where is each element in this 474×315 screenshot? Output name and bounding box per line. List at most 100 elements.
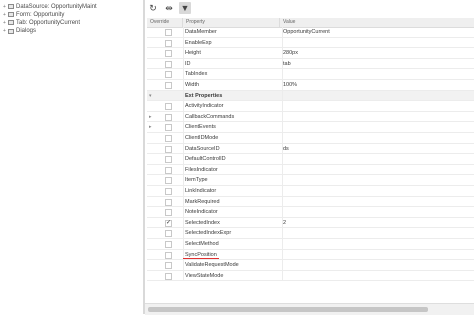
override-checkbox[interactable] [165, 124, 172, 132]
property-row[interactable]: ValidateRequestMode [147, 260, 474, 271]
override-checkbox[interactable] [165, 251, 172, 259]
override-checkbox[interactable] [165, 113, 172, 121]
override-checkbox[interactable] [165, 145, 172, 153]
property-name: ID [183, 58, 283, 69]
property-name: Width [183, 80, 283, 90]
property-value[interactable] [283, 122, 473, 132]
property-value[interactable] [283, 112, 473, 122]
override-checkbox[interactable] [165, 272, 172, 280]
property-value[interactable] [283, 175, 473, 185]
horizontal-scrollbar[interactable] [145, 303, 474, 315]
property-value[interactable] [283, 91, 473, 101]
property-value[interactable] [283, 197, 473, 207]
override-checkbox[interactable] [165, 60, 172, 68]
property-value[interactable] [283, 38, 473, 48]
category-row[interactable]: ▾ Ext Properties [147, 90, 474, 102]
selectedindex-annotation-underline [183, 258, 219, 259]
refresh-icon[interactable]: ↻ [147, 2, 159, 14]
property-value[interactable] [283, 250, 473, 260]
override-checkbox[interactable] [165, 71, 172, 79]
property-value[interactable] [283, 69, 473, 79]
scrollbar-thumb[interactable] [148, 307, 428, 312]
property-toolbar: ↻ ⇹ ▼ [145, 0, 474, 18]
property-row[interactable]: MarkRequired [147, 196, 474, 208]
property-name: DataSourceID [183, 143, 283, 154]
tree-node[interactable]: + Dialogs [2, 27, 36, 36]
property-row[interactable]: ▸ CallbackCommands [147, 111, 474, 123]
property-name: CallbackCommands [183, 111, 283, 122]
expand-toggle-icon[interactable]: + [2, 12, 7, 18]
property-row[interactable]: SelectedIndexExpr [147, 228, 474, 239]
property-value[interactable] [283, 260, 473, 270]
row-expander-icon[interactable]: ▸ [149, 112, 152, 122]
column-header-value[interactable]: Value [280, 18, 353, 27]
property-row[interactable]: DataMember OpportunityCurrent [147, 27, 474, 38]
filter-icon[interactable]: ▼ [179, 2, 191, 14]
property-value[interactable] [283, 133, 473, 143]
override-checkbox[interactable] [165, 103, 172, 111]
property-row[interactable]: ActivityIndicator [147, 101, 474, 112]
override-checkbox[interactable] [165, 177, 172, 185]
property-row[interactable]: Height 280px [147, 48, 474, 59]
folder-icon [8, 4, 14, 9]
override-checkbox[interactable] [165, 230, 172, 238]
property-value[interactable] [283, 207, 473, 217]
expand-toggle-icon[interactable]: + [2, 4, 7, 10]
override-checkbox[interactable] [165, 156, 172, 164]
override-checkbox[interactable] [165, 39, 172, 47]
property-value[interactable] [283, 154, 473, 164]
property-row[interactable]: LinkIndicator [147, 186, 474, 197]
property-value[interactable] [283, 101, 473, 111]
property-row[interactable]: NoteIndicator [147, 207, 474, 218]
property-name: SelectedIndexExpr [183, 228, 283, 239]
property-name: ActivityIndicator [183, 101, 283, 112]
property-name: Ext Properties [183, 90, 283, 101]
row-expander-icon[interactable]: ▸ [149, 122, 152, 132]
property-row[interactable]: Width 100% [147, 80, 474, 91]
override-checkbox[interactable]: ✓ [165, 219, 172, 227]
property-value[interactable]: 100% [283, 80, 473, 90]
override-checkbox[interactable] [165, 82, 172, 89]
property-row[interactable]: FilesIndicator [147, 164, 474, 176]
property-row[interactable]: DefaultControlID [147, 154, 474, 165]
override-checkbox[interactable] [165, 262, 172, 270]
property-value[interactable]: ds [283, 144, 473, 154]
property-value[interactable] [283, 186, 473, 196]
override-checkbox[interactable] [165, 209, 172, 217]
property-name: ClientIDMode [183, 133, 283, 143]
property-row[interactable]: TabIndex [147, 69, 474, 80]
property-row[interactable]: EnableExp [147, 37, 474, 49]
property-value[interactable] [283, 165, 473, 175]
property-value[interactable] [283, 228, 473, 238]
property-row[interactable]: ▸ ClientEvents [147, 122, 474, 133]
folder-icon [8, 28, 14, 34]
tree-node-label: Dialogs [16, 28, 37, 35]
property-value[interactable] [283, 271, 473, 281]
property-value[interactable]: 2 [283, 218, 473, 228]
property-row[interactable]: SelectMethod [147, 239, 474, 250]
property-row[interactable]: ViewStateMode [147, 270, 474, 282]
property-row[interactable]: ClientIDMode [147, 133, 474, 144]
expand-toggle-icon[interactable]: + [2, 28, 7, 34]
override-checkbox[interactable] [165, 29, 172, 36]
expand-toggle-icon[interactable]: + [2, 20, 7, 26]
property-row[interactable]: DataSourceID ds [147, 143, 474, 155]
fit-columns-icon[interactable]: ⇹ [163, 2, 175, 14]
override-checkbox[interactable] [165, 241, 172, 248]
property-value[interactable] [283, 239, 473, 249]
property-name: ItemType [183, 175, 283, 186]
override-checkbox[interactable] [165, 50, 172, 58]
property-value[interactable]: OpportunityCurrent [283, 27, 473, 37]
override-checkbox[interactable] [165, 135, 172, 142]
column-header-override[interactable]: Override [147, 18, 183, 27]
override-checkbox[interactable] [165, 166, 172, 174]
override-checkbox[interactable] [165, 198, 172, 206]
property-value[interactable]: tab [283, 59, 473, 69]
row-expander-icon[interactable]: ▾ [149, 91, 152, 101]
property-row[interactable]: ItemType [147, 175, 474, 186]
property-row[interactable]: ✓ SelectedIndex 2 [147, 217, 474, 229]
property-value[interactable]: 280px [283, 48, 473, 58]
column-header-property[interactable]: Property [183, 18, 280, 27]
override-checkbox[interactable] [165, 188, 172, 195]
property-row[interactable]: ID tab [147, 58, 474, 70]
